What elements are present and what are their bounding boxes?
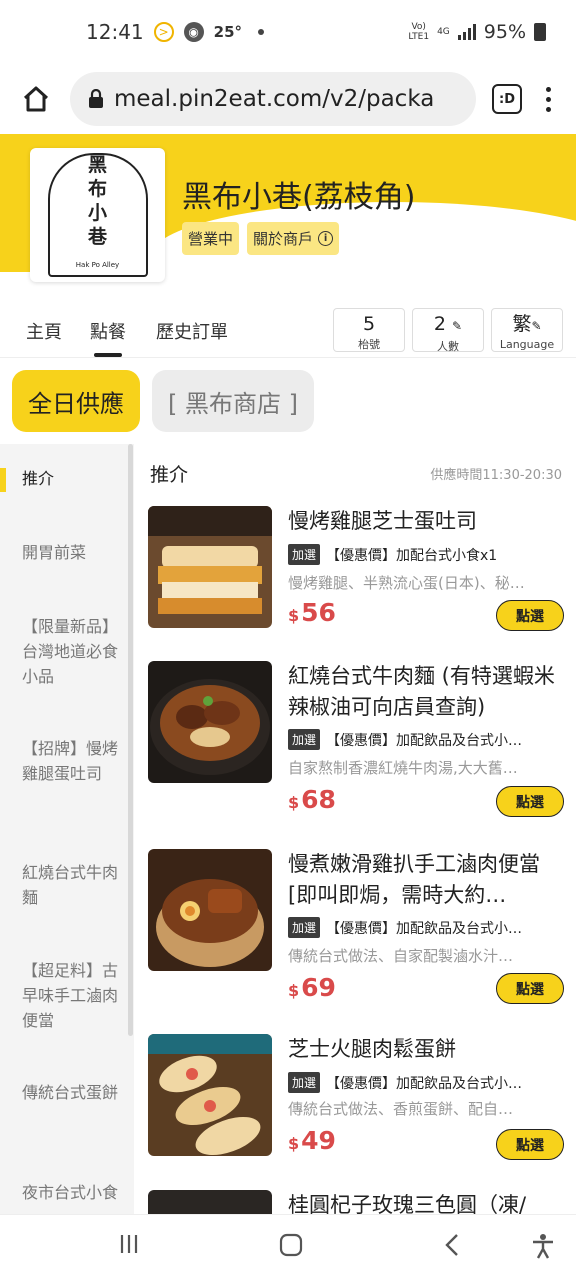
section-title: 推介 bbox=[150, 464, 189, 486]
addon-tag: 加選 bbox=[288, 917, 321, 938]
home-icon[interactable] bbox=[18, 81, 54, 117]
item-price: $69 bbox=[288, 973, 336, 1002]
sidebar-item-signature[interactable]: 【招牌】慢烤雞腿蛋吐司 bbox=[22, 736, 122, 786]
food-image bbox=[148, 506, 272, 628]
item-price: $68 bbox=[288, 785, 336, 814]
sidebar-item-appetizers[interactable]: 開胃前菜 bbox=[22, 540, 122, 565]
promo-line: 加選 【優惠價】加配飲品及台式小… bbox=[288, 729, 564, 750]
menu-item[interactable]: 桂圓杞子玫瑰三色圓（凍/ bbox=[148, 1190, 564, 1214]
tab-order-history[interactable]: 歷史訂單 bbox=[156, 318, 228, 344]
addon-tag: 加選 bbox=[288, 1072, 321, 1093]
open-status-badge: 營業中 bbox=[182, 222, 240, 255]
addon-tag: 加選 bbox=[288, 729, 321, 750]
clock: 12:41 bbox=[86, 20, 144, 44]
service-hours: 供應時間11:30-20:30 bbox=[430, 468, 562, 483]
food-image bbox=[148, 849, 272, 971]
main-nav: 主頁 點餐 歷史訂單 5 枱號 2 ✎ 人數 繁✎ Language bbox=[0, 300, 576, 358]
active-indicator bbox=[0, 468, 6, 492]
item-description: 傳統台式做法、香煎蛋餅、配自… bbox=[288, 1100, 514, 1118]
menu-item[interactable]: 慢烤雞腿芝士蛋吐司 加選 【優惠價】加配台式小食x1 慢烤雞腿、半熟流心蛋(日本)… bbox=[148, 506, 564, 646]
battery-percent: 95% bbox=[483, 21, 526, 43]
tab-switcher-button[interactable]: :D bbox=[492, 84, 522, 114]
food-image bbox=[148, 1034, 272, 1156]
sidebar-item-recommended[interactable]: 推介 bbox=[22, 466, 122, 491]
category-all-day[interactable]: 全日供應 bbox=[12, 370, 140, 432]
item-description: 傳統台式做法、自家配製滷水汁… bbox=[288, 947, 514, 965]
menu-item[interactable]: 芝士火腿肉鬆蛋餅 加選 【優惠價】加配飲品及台式小… 傳統台式做法、香煎蛋餅、配自… bbox=[148, 1034, 564, 1174]
select-button[interactable]: 點選 bbox=[496, 973, 564, 1004]
accessibility-icon[interactable] bbox=[530, 1233, 556, 1263]
battery-icon bbox=[534, 23, 546, 41]
temperature: 25° bbox=[213, 23, 243, 41]
chrome-icon: ◉ bbox=[183, 22, 204, 42]
menu-item[interactable]: 慢煮嫩滑雞扒手工滷肉便當 [即叫即焗，需時大約… 加選 【優惠價】加配飲品及台式小… bbox=[148, 849, 564, 1004]
pencil-icon: ✎ bbox=[531, 319, 542, 333]
store-logo: 黑 布 小 巷 Hak Po Alley bbox=[30, 148, 165, 282]
item-name: 桂圓杞子玫瑰三色圓（凍/ bbox=[288, 1193, 527, 1214]
tab-order[interactable]: 點餐 bbox=[90, 318, 126, 357]
language-button[interactable]: 繁✎ Language bbox=[491, 308, 563, 352]
item-price: $49 bbox=[288, 1126, 336, 1155]
more-notifications-dot bbox=[258, 29, 265, 35]
system-nav-bar bbox=[0, 1214, 576, 1280]
item-name: 芝士火腿肉鬆蛋餅 bbox=[288, 1037, 456, 1061]
browser-menu-icon[interactable] bbox=[538, 86, 558, 112]
select-button[interactable]: 點選 bbox=[496, 786, 564, 817]
about-store-button[interactable]: 關於商戶 i bbox=[247, 222, 340, 255]
item-name: 慢烤雞腿芝士蛋吐司 bbox=[288, 509, 477, 533]
promo-line: 加選 【優惠價】加配飲品及台式小… bbox=[288, 917, 564, 938]
pencil-icon: ✎ bbox=[452, 319, 463, 333]
volte-indicator: Vo) LTE1 bbox=[408, 22, 430, 42]
tab-home[interactable]: 主頁 bbox=[26, 318, 62, 344]
item-description: 慢烤雞腿、半熟流心蛋(日本)、秘… bbox=[288, 574, 525, 592]
network-type: 4G bbox=[437, 27, 450, 37]
home-button-icon[interactable] bbox=[279, 1233, 303, 1261]
sidebar-item-bento[interactable]: 【超足料】古早味手工滷肉便當 bbox=[22, 958, 122, 1033]
people-count-button[interactable]: 2 ✎ 人數 bbox=[412, 308, 484, 353]
item-name: 慢煮嫩滑雞扒手工滷肉便當 [即叫即焗，需時大約… bbox=[288, 852, 540, 907]
food-image bbox=[148, 661, 272, 783]
sidebar-item-egg-crepe[interactable]: 傳統台式蛋餅 bbox=[22, 1080, 122, 1105]
status-bar: 12:41 > ◉ 25° Vo) LTE1 4G 95% bbox=[0, 0, 576, 64]
notification-icon: > bbox=[153, 22, 174, 42]
table-number-button[interactable]: 5 枱號 bbox=[333, 308, 405, 352]
url-text: meal.pin2eat.com/v2/packa bbox=[114, 86, 435, 112]
sidebar-scrollbar[interactable] bbox=[128, 444, 133, 1036]
menu-item[interactable]: 紅燒台式牛肉麵 (有特選蝦米辣椒油可向店員查詢) 加選 【優惠價】加配飲品及台式小… bbox=[148, 661, 564, 817]
store-title: 黑布小巷(荔枝角) bbox=[182, 180, 416, 215]
select-button[interactable]: 點選 bbox=[496, 600, 564, 631]
info-icon: i bbox=[318, 231, 334, 246]
back-icon[interactable] bbox=[442, 1233, 462, 1261]
addon-tag: 加選 bbox=[288, 544, 321, 565]
promo-line: 加選 【優惠價】加配飲品及台式小… bbox=[288, 1072, 564, 1093]
promo-line: 加選 【優惠價】加配台式小食x1 bbox=[288, 544, 564, 565]
select-button[interactable]: 點選 bbox=[496, 1129, 564, 1160]
browser-toolbar: meal.pin2eat.com/v2/packa :D bbox=[0, 64, 576, 134]
item-name: 紅燒台式牛肉麵 (有特選蝦米辣椒油可向店員查詢) bbox=[288, 664, 555, 719]
category-shop[interactable]: [ 黑布商店 ] bbox=[152, 370, 314, 432]
sidebar-item-beef-noodle[interactable]: 紅燒台式牛肉麵 bbox=[22, 860, 122, 910]
signal-icon bbox=[457, 24, 476, 40]
lock-icon bbox=[89, 89, 103, 108]
url-field[interactable]: meal.pin2eat.com/v2/packa bbox=[70, 72, 476, 126]
sidebar-item-limited[interactable]: 【限量新品】台灣地道必食小品 bbox=[22, 614, 122, 689]
sidebar-item-snacks[interactable]: 夜市台式小食 bbox=[22, 1180, 122, 1214]
item-description: 自家熬制香濃紅燒牛肉湯,大大舊… bbox=[288, 759, 518, 777]
food-image bbox=[148, 1190, 272, 1214]
item-price: $56 bbox=[288, 598, 336, 627]
recent-apps-icon[interactable] bbox=[118, 1233, 140, 1259]
